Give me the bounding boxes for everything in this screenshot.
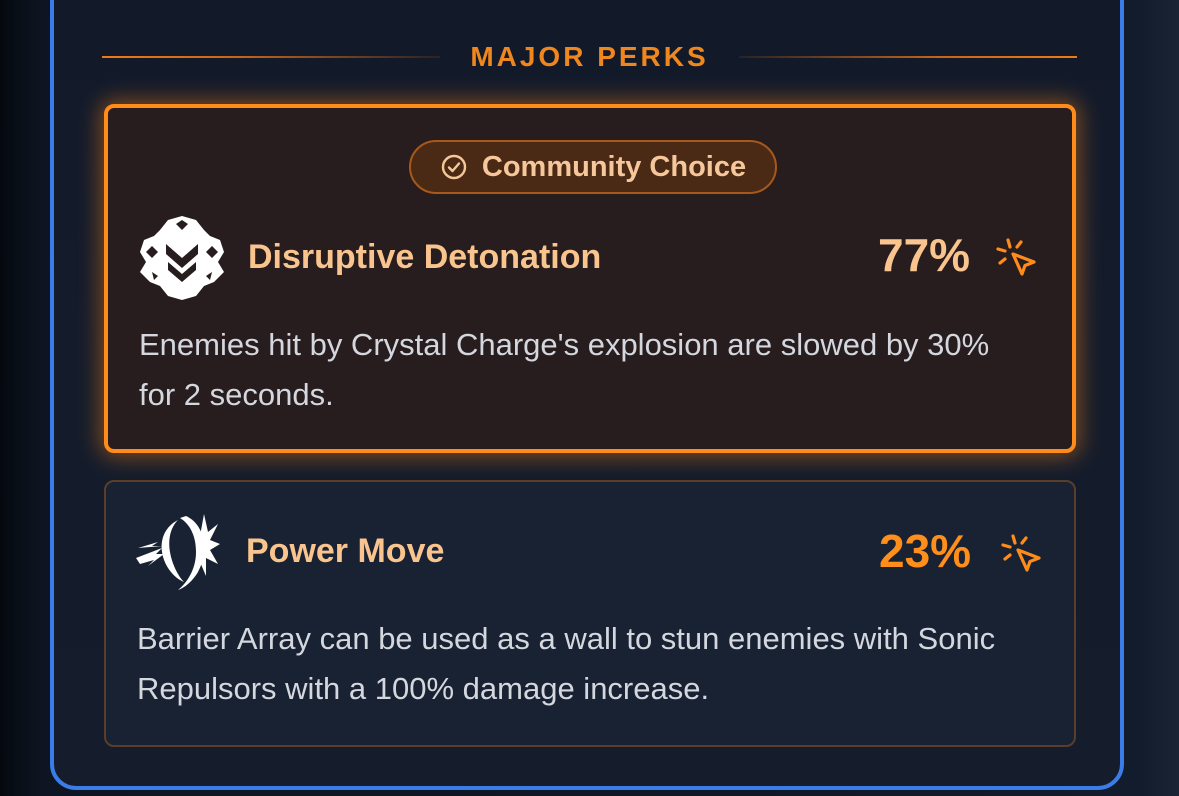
page: MAJOR PERKS Community Choice Disruptive … <box>0 0 1179 796</box>
community-choice-badge: Community Choice <box>409 140 777 194</box>
section-header: MAJOR PERKS <box>102 40 1077 74</box>
section-title: MAJOR PERKS <box>470 41 709 72</box>
perk-description: Enemies hit by Crystal Charge's explosio… <box>139 327 990 412</box>
vote-percentage: 77% <box>878 229 971 281</box>
badge-label: Community Choice <box>481 150 747 183</box>
cursor-click-icon[interactable] <box>994 236 1040 285</box>
perk-card-disruptive-detonation[interactable]: Community Choice Disruptive Detonation 7… <box>104 104 1076 453</box>
perk-description: Barrier Array can be used as a wall to s… <box>137 621 996 706</box>
divider-right <box>738 56 1077 58</box>
check-circle-icon <box>440 153 468 181</box>
crystal-burst-icon <box>138 216 226 305</box>
perk-card-power-move[interactable]: Power Move 23% Barrier Array can be used… <box>104 480 1076 747</box>
cursor-click-icon[interactable] <box>999 532 1045 581</box>
divider-left <box>102 56 441 58</box>
perk-name: Disruptive Detonation <box>248 238 602 276</box>
perk-name: Power Move <box>246 532 445 570</box>
sonic-ring-icon <box>134 510 220 601</box>
vote-percentage: 23% <box>879 525 972 577</box>
